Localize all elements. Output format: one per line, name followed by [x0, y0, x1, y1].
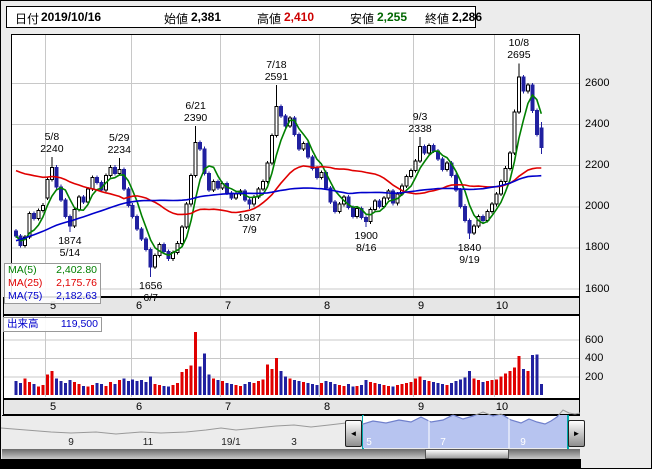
- month-tick: 8: [323, 401, 331, 413]
- range-start-marker[interactable]: [362, 415, 364, 449]
- close-label: 終値: [425, 12, 450, 26]
- quote-header: 日付 2019/10/16 始値 2,381 高値 2,410 安値 2,255…: [6, 6, 482, 28]
- navigator-selection-label: 9: [520, 437, 526, 448]
- scroll-left-button[interactable]: ◄: [345, 420, 362, 447]
- peak-annotation: 9/3 2338: [408, 110, 432, 135]
- ma25-value: 2,175.76: [56, 277, 97, 289]
- open-label: 始値: [164, 12, 189, 26]
- month-tick: 7: [224, 401, 232, 413]
- low-value: 2,255: [377, 10, 408, 24]
- trough-annotation: 1656 6/7: [139, 279, 163, 304]
- peak-annotation: 5/8 2240: [40, 130, 64, 155]
- stock-chart-window: 日付 2019/10/16 始値 2,381 高値 2,410 安値 2,255…: [0, 0, 652, 469]
- trough-annotation: 1900 8/16: [354, 229, 378, 254]
- ma5-label: MA(5): [8, 264, 37, 276]
- trough-annotation: 1840 9/19: [457, 242, 482, 267]
- peak-annotation: 6/21 2390: [183, 100, 208, 125]
- scroll-right-button[interactable]: ►: [568, 420, 585, 447]
- open-value: 2,381: [191, 10, 222, 24]
- month-tick: 10: [495, 401, 509, 413]
- navigator-month-label: 9: [68, 437, 74, 448]
- peak-annotation: 10/8 2695: [507, 37, 531, 62]
- ma5-value: 2,402.80: [56, 264, 97, 276]
- navigator-month-label: 3: [291, 437, 297, 448]
- month-tick: 6: [135, 401, 143, 413]
- bottom-border-bar: [1, 459, 581, 468]
- volume-axis-tick: 400: [585, 352, 604, 364]
- navigator-selection-label: 7: [440, 437, 446, 448]
- navigator-scrollbar[interactable]: [2, 449, 580, 459]
- trough-annotation: 1987 7/9: [237, 211, 262, 236]
- scrollbar-thumb[interactable]: [425, 449, 509, 459]
- month-tick: 5: [49, 401, 57, 413]
- month-tick: 9: [417, 300, 425, 312]
- peak-annotation: 7/18 2591: [264, 58, 289, 83]
- month-tick: 8: [323, 300, 331, 312]
- price-axis-tick: 1800: [585, 241, 610, 254]
- price-axis-tick: 2000: [585, 200, 610, 213]
- price-axis-tick: 2400: [585, 118, 610, 131]
- date-label: 日付: [15, 12, 40, 26]
- peak-annotation: 5/29 2234: [107, 132, 131, 157]
- volume-legend: 出来高 119,500: [3, 317, 102, 332]
- volume-x-axis: [3, 399, 580, 415]
- volume-axis-tick: 200: [585, 370, 604, 383]
- navigator-month-label: 11: [142, 437, 154, 448]
- ma75-label: MA(75): [8, 290, 43, 302]
- month-tick: 10: [495, 300, 509, 312]
- volume-label: 出来高: [7, 318, 39, 330]
- navigator-selection-label: 5: [366, 437, 372, 448]
- price-axis-tick: 2600: [585, 77, 610, 89]
- volume-axis-tick: 600: [585, 333, 604, 346]
- high-label: 高値: [257, 12, 282, 26]
- month-tick: 9: [417, 401, 425, 413]
- ma75-value: 2,182.63: [56, 290, 97, 302]
- date-value: 2019/10/16: [41, 10, 102, 24]
- trough-annotation: 1874 5/14: [58, 235, 82, 260]
- volume-value: 119,500: [60, 318, 98, 330]
- price-axis-tick: 1600: [585, 282, 610, 295]
- price-axis-tick: 2200: [585, 159, 610, 172]
- ma-legend: MA(5) 2,402.80 MA(25) 2,175.76 MA(75) 2,182…: [4, 263, 101, 304]
- high-value: 2,410: [284, 10, 315, 24]
- close-value: 2,286: [452, 10, 483, 24]
- low-label: 安値: [350, 12, 375, 26]
- month-tick: 7: [224, 300, 232, 312]
- ma25-label: MA(25): [8, 277, 43, 289]
- navigator-month-label: 19/1: [221, 437, 241, 448]
